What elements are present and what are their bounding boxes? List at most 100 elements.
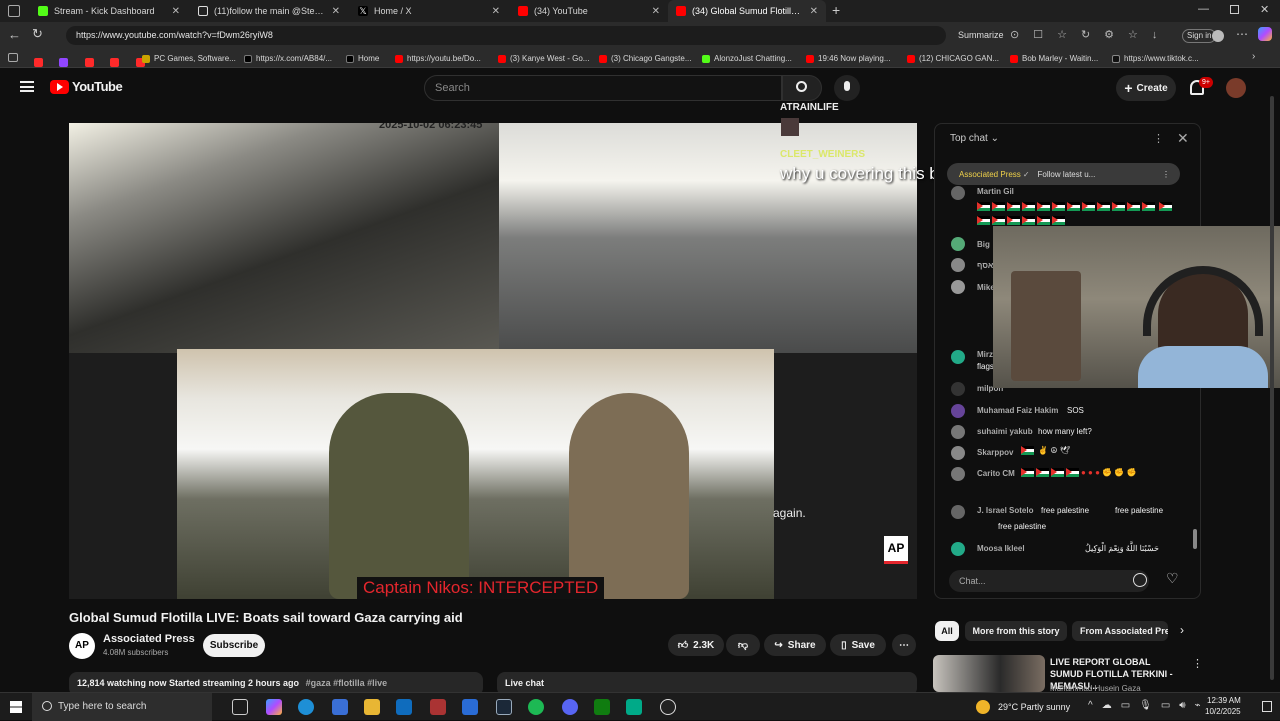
bookmark-icon[interactable] <box>84 58 94 67</box>
channel-name[interactable]: Associated Press <box>103 633 195 645</box>
tab-youtube[interactable]: (34) YouTube ✕ <box>510 0 668 22</box>
account-avatar[interactable] <box>1226 78 1246 98</box>
more-menu-icon[interactable]: ⋯ <box>1236 27 1248 41</box>
hamburger-menu-icon[interactable] <box>20 81 34 92</box>
subscribe-button[interactable]: Subscribe <box>203 634 265 657</box>
chevron-right-icon[interactable]: › <box>1252 51 1255 62</box>
search-button[interactable] <box>782 75 822 101</box>
bookmark-item[interactable]: Bob Marley - Waitin... <box>1010 52 1098 65</box>
soldier-figure <box>569 393 689 599</box>
discord-icon[interactable] <box>562 699 578 715</box>
system-tray-icons[interactable]: ^☁▭🎙︎▭🔊︎⌁ <box>1088 700 1210 711</box>
bookmark-icon[interactable] <box>34 58 43 67</box>
bookmark-item[interactable]: 19:46 Now playing... <box>806 52 891 65</box>
file-explorer-icon[interactable] <box>364 699 380 715</box>
bookmark-item[interactable]: Home <box>346 52 379 65</box>
chat-input[interactable]: Chat... <box>949 570 1149 592</box>
notification-center-icon[interactable] <box>1262 701 1272 712</box>
windows-start-icon[interactable] <box>10 701 22 713</box>
bookmark-item[interactable]: https://www.tiktok.c... <box>1112 52 1199 65</box>
video-player[interactable]: 2025-10-02 06:23:45 again. Captain Nikos… <box>69 123 917 599</box>
steam-icon[interactable] <box>496 699 512 715</box>
bookmark-item[interactable]: PC Games, Software... <box>142 52 236 65</box>
emoji-row: ✌ ☮ 🕊︎ <box>1021 446 1070 456</box>
obs-icon[interactable] <box>660 699 676 715</box>
avatar <box>951 382 965 396</box>
heart-icon[interactable]: ♡ <box>1166 570 1179 587</box>
emoji-icon[interactable] <box>1133 573 1147 587</box>
edge-icon[interactable] <box>298 699 314 715</box>
search-input[interactable]: Search <box>424 75 782 101</box>
app-icon[interactable] <box>462 699 478 715</box>
chat-scrollbar[interactable] <box>1193 529 1197 549</box>
maximize-button[interactable] <box>1230 5 1239 14</box>
app-icon[interactable] <box>430 699 446 715</box>
dislike-button[interactable]: 👎︎ <box>726 634 760 656</box>
bookmark-icon[interactable] <box>110 58 120 67</box>
bookmark-icon[interactable] <box>59 58 69 67</box>
back-icon[interactable]: ← <box>8 27 21 42</box>
close-window-button[interactable]: ✕ <box>1260 3 1269 16</box>
subscriber-count: 4.08M subscribers <box>103 648 169 657</box>
close-icon[interactable]: ✕ <box>172 6 180 17</box>
profile-avatar[interactable] <box>1212 30 1224 42</box>
share-button[interactable]: ↪ Share <box>764 634 826 656</box>
close-icon[interactable]: ✕ <box>1177 130 1189 147</box>
create-button[interactable]: + Create <box>1116 75 1176 101</box>
youtube-icon <box>806 54 814 63</box>
like-button[interactable]: 👍︎ 2.3K <box>668 634 724 656</box>
copilot-icon[interactable] <box>266 699 282 715</box>
url-input[interactable]: https://www.youtube.com/watch?v=fDwm26ry… <box>66 26 946 45</box>
bookmarks-bar: PC Games, Software... https://x.com/AB84… <box>0 49 1280 68</box>
chip-more-from-story[interactable]: More from this story <box>965 621 1067 641</box>
taskbar-search-input[interactable]: Type here to search <box>32 693 212 721</box>
voice-search-button[interactable] <box>834 75 860 101</box>
chip-all[interactable]: All <box>935 621 959 641</box>
youtube-logo[interactable]: YouTube <box>50 79 123 94</box>
thumbs-up-icon: 👍︎ <box>677 640 689 651</box>
bookmark-item[interactable]: https://x.com/AB84/... <box>244 52 332 65</box>
tab-flotilla-live[interactable]: (34) Global Sumud Flotilla LIVE: B ✕ <box>668 0 826 22</box>
more-actions-button[interactable]: ⋯ <box>892 634 916 656</box>
channel-avatar[interactable]: AP <box>69 633 95 659</box>
pinned-banner[interactable]: Associated Press ✓ Follow latest u... ⋮ <box>947 163 1180 185</box>
close-icon[interactable]: ✕ <box>332 6 340 17</box>
clock-time[interactable]: 12:39 AM <box>1207 696 1241 705</box>
clock-date[interactable]: 10/2/2025 <box>1205 707 1241 716</box>
verified-check-icon: ✓ <box>1022 169 1030 179</box>
bookmark-item[interactable]: AlonzoJust Chatting... <box>702 52 792 65</box>
bookmark-item[interactable]: https://youtu.be/Do... <box>395 52 481 65</box>
bookmark-item[interactable]: (3) Kanye West - Go... <box>498 52 589 65</box>
new-tab-button[interactable]: + <box>832 2 840 18</box>
chevron-right-icon[interactable]: › <box>1180 623 1184 637</box>
reload-icon[interactable]: ↻ <box>32 26 43 42</box>
close-icon[interactable]: ✕ <box>810 6 818 17</box>
copilot-icon[interactable] <box>1258 27 1272 41</box>
save-button[interactable]: ▯ Save <box>830 634 886 656</box>
pinned-more-icon[interactable]: ⋮ <box>1162 170 1170 179</box>
bookmark-item[interactable]: (12) CHICAGO GAN... <box>907 52 999 65</box>
weather-text[interactable]: 29°C Partly sunny <box>998 702 1070 712</box>
minimize-button[interactable]: — <box>1198 3 1209 15</box>
store-icon[interactable] <box>332 699 348 715</box>
spotify-icon[interactable] <box>528 699 544 715</box>
bookmark-item[interactable]: (3) Chicago Gangste... <box>599 52 691 65</box>
close-icon[interactable]: ✕ <box>492 6 500 17</box>
chat-mode-selector[interactable]: Top chat ⌄ <box>950 133 999 144</box>
related-thumbnail[interactable] <box>933 655 1045 692</box>
tab-x-home[interactable]: 𝕏 Home / X ✕ <box>350 0 508 22</box>
close-icon[interactable]: ✕ <box>652 6 660 17</box>
summarize-button[interactable]: Summarize <box>958 30 1004 40</box>
outlook-icon[interactable] <box>396 699 412 715</box>
app-icon[interactable] <box>626 699 642 715</box>
chat-more-icon[interactable]: ⋮ <box>1153 132 1164 145</box>
xbox-icon[interactable] <box>594 699 610 715</box>
related-more-icon[interactable]: ⋮ <box>1192 657 1203 670</box>
chip-from-channel[interactable]: From Associated Pre <box>1072 621 1168 641</box>
tab-actions-icon[interactable] <box>8 5 20 17</box>
page-scrollbar[interactable] <box>1270 96 1274 680</box>
bookmarks-menu-icon[interactable] <box>8 53 18 62</box>
tab-kick-follow[interactable]: (11)follow the main @Steph Spe ✕ <box>190 0 348 22</box>
task-view-icon[interactable] <box>232 699 248 715</box>
tab-kick-dashboard[interactable]: Stream - Kick Dashboard ✕ <box>30 0 188 22</box>
